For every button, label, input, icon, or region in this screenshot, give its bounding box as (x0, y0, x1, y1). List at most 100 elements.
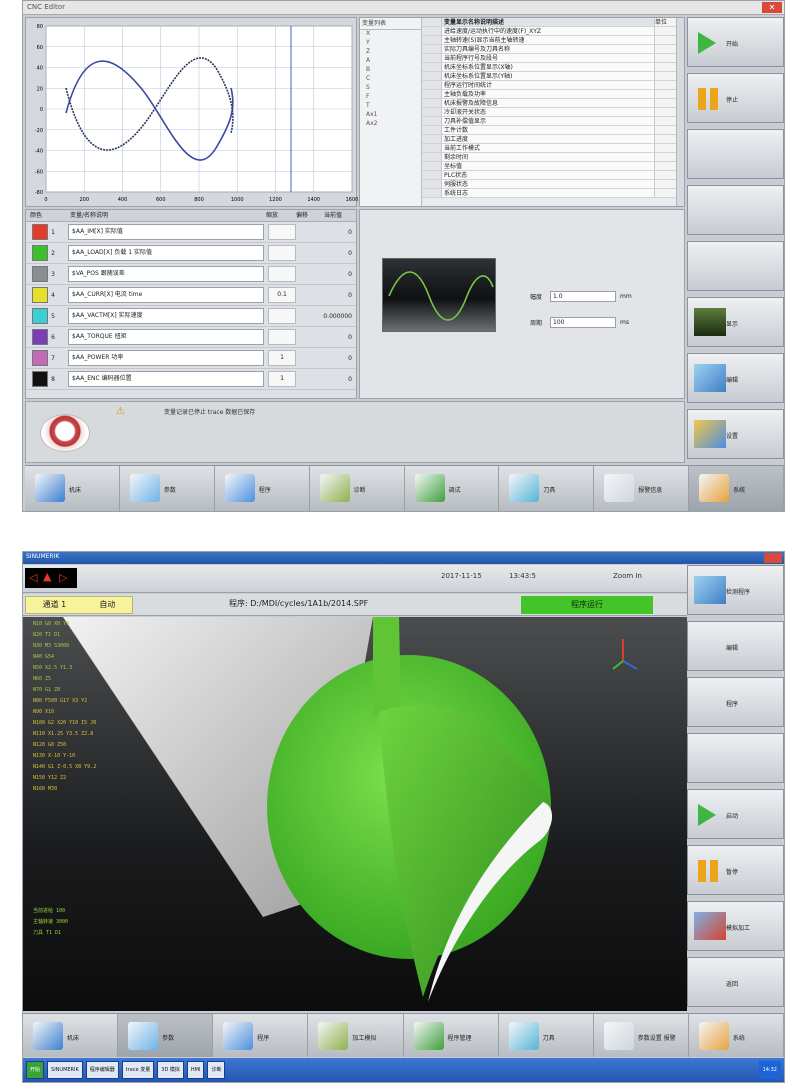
scale-field[interactable] (268, 329, 296, 345)
tree-item[interactable]: B (360, 66, 421, 75)
variable-row[interactable]: 3 $VA_POS 跟随误差 0 (26, 264, 356, 285)
taskbar-item[interactable]: 3D 模拟 (157, 1061, 184, 1079)
softkey-play-button[interactable]: 启动 (687, 789, 784, 839)
variable-name-field[interactable]: $AA_CURR[X] 电流 time (68, 287, 264, 303)
softkey-blank-button[interactable] (687, 733, 784, 783)
tree-item[interactable]: Z (360, 48, 421, 57)
variable-name-field[interactable]: $VA_POS 跟随误差 (68, 266, 264, 282)
color-swatch[interactable] (32, 329, 48, 345)
list-row[interactable]: 程序运行时间统计 (422, 81, 684, 90)
color-swatch[interactable] (32, 308, 48, 324)
softkey-pause-button[interactable]: 暂停 (687, 845, 784, 895)
list-row[interactable]: 机床坐标系位置显示(X轴) (422, 63, 684, 72)
softkey-h-0[interactable]: 机床 (25, 466, 120, 511)
list-row[interactable]: 刀具补偿值显示 (422, 117, 684, 126)
softkey-settings-button[interactable]: 设置 (687, 409, 784, 459)
tree-item[interactable]: X (360, 30, 421, 39)
softkey-h-4[interactable]: 程序管理 (404, 1014, 499, 1057)
scale-field[interactable] (268, 245, 296, 261)
list-row[interactable]: 冷却液开关状态 (422, 108, 684, 117)
tree-item[interactable]: C (360, 75, 421, 84)
softkey-h-3[interactable]: 诊断 (310, 466, 405, 511)
variable-name-field[interactable]: $AA_VACTM[X] 实际速度 (68, 308, 264, 324)
softkey-h-0[interactable]: 机床 (23, 1014, 119, 1057)
list-row[interactable]: 工件计数 (422, 126, 684, 135)
list-row[interactable]: 主轴负载及功率 (422, 90, 684, 99)
softkey-h-1[interactable]: 参数 (120, 466, 215, 511)
variable-row[interactable]: 1 $AA_IM[X] 实际值 0 (26, 222, 356, 243)
list-row[interactable]: 当前工作模式 (422, 144, 684, 153)
softkey-h-1[interactable]: 参数 (118, 1014, 214, 1057)
softkey-blank-button[interactable]: 编辑 (687, 621, 784, 671)
tree-item[interactable]: S (360, 84, 421, 93)
start-button[interactable]: 开始 (26, 1061, 45, 1079)
variable-row[interactable]: 6 $AA_TORQUE 扭矩 0 (26, 327, 356, 348)
softkey-h-5[interactable]: 刀具 (499, 1014, 594, 1057)
variable-row[interactable]: 4 $AA_CURR[X] 电流 time 0.1 0 (26, 285, 356, 306)
scale-field[interactable] (268, 266, 296, 282)
softkey-h-7[interactable]: 系统 (689, 466, 784, 511)
list-row[interactable]: 加工进度 (422, 135, 684, 144)
list-row[interactable]: 坐标值 (422, 162, 684, 171)
softkey-blank-button[interactable]: 返回 (687, 957, 784, 1007)
list-row[interactable]: 当前程序行号及段号 (422, 54, 684, 63)
color-swatch[interactable] (32, 224, 48, 240)
tree-item[interactable]: F (360, 93, 421, 102)
list-row[interactable]: 机床报警及故障信息 (422, 99, 684, 108)
softkey-simulate-button[interactable]: 模拟加工 (687, 901, 784, 951)
trace-plot[interactable]: 80 60 40 20 0 -20 -40 -60 -80 0 200 400 600 800 1000 1… (25, 17, 358, 207)
variable-row[interactable]: 5 $AA_VACTM[X] 实际速度 0.000000 (26, 306, 356, 327)
tree-item[interactable]: T (360, 102, 421, 111)
list-row[interactable]: 系统日志 (422, 189, 684, 198)
amplitude-input[interactable]: 1.0 (550, 290, 616, 302)
variable-row[interactable]: 8 $AA_ENC 编码器位置 1 0 (26, 369, 356, 390)
color-swatch[interactable] (32, 266, 48, 282)
period-input[interactable]: 100 (550, 316, 616, 328)
softkey-pause-button[interactable]: 停止 (687, 73, 784, 123)
zoom-display[interactable]: Zoom In (613, 572, 642, 580)
color-swatch[interactable] (32, 350, 48, 366)
list-scrollbar[interactable] (676, 18, 684, 206)
list-row[interactable]: 主轴转速(S)显示当前主轴转速 (422, 36, 684, 45)
softkey-h-4[interactable]: 调试 (405, 466, 500, 511)
taskbar-item[interactable]: 诊断 (207, 1061, 226, 1079)
softkey-play-button[interactable]: 开始 (687, 17, 784, 67)
tree-item[interactable]: Ax1 (360, 111, 421, 120)
softkey-h-6[interactable]: 报警信息 (594, 466, 690, 511)
taskbar-item[interactable]: trace 变量 (121, 1061, 155, 1079)
close-button[interactable]: ✕ (762, 2, 782, 13)
softkey-h-2[interactable]: 程序 (213, 1014, 309, 1057)
softkey-blank-button[interactable] (687, 129, 784, 179)
list-row[interactable]: PLC状态 (422, 171, 684, 180)
tree-item[interactable]: Ax2 (360, 120, 421, 129)
tree-item[interactable]: A (360, 57, 421, 66)
softkey-blank-button[interactable] (687, 185, 784, 235)
softkey-h-2[interactable]: 程序 (215, 466, 310, 511)
scale-field[interactable] (268, 224, 296, 240)
scale-field[interactable]: 1 (268, 350, 296, 366)
taskbar-item[interactable]: HMI (186, 1061, 205, 1079)
color-swatch[interactable] (32, 371, 48, 387)
softkey-check-button[interactable]: 检测程序 (687, 565, 784, 615)
tree-item[interactable]: Y (360, 39, 421, 48)
scale-field[interactable]: 1 (268, 371, 296, 387)
softkey-wave-button[interactable]: 显示 (687, 297, 784, 347)
waveform-preview[interactable] (382, 258, 496, 332)
variable-name-field[interactable]: $AA_POWER 功率 (68, 350, 264, 366)
variable-name-field[interactable]: $AA_LOAD[X] 负载 1 实际值 (68, 245, 264, 261)
variable-row[interactable]: 2 $AA_LOAD[X] 负载 1 实际值 0 (26, 243, 356, 264)
list-row[interactable]: 伺服状态 (422, 180, 684, 189)
variable-name-field[interactable]: $AA_IM[X] 实际值 (68, 224, 264, 240)
variable-name-field[interactable]: $AA_TORQUE 扭矩 (68, 329, 264, 345)
close-button[interactable] (764, 553, 782, 563)
list-row[interactable]: 剩余时间 (422, 153, 684, 162)
scale-field[interactable] (268, 308, 296, 324)
taskbar-item[interactable]: 程序编辑器 (85, 1061, 119, 1079)
softkey-h-5[interactable]: 刀具 (499, 466, 595, 511)
softkey-h-6[interactable]: 参数设置 报警 (594, 1014, 689, 1057)
list-row[interactable]: 实际刀具编号及刀具名称 (422, 45, 684, 54)
softkey-edit-button[interactable]: 编辑 (687, 353, 784, 403)
scale-field[interactable]: 0.1 (268, 287, 296, 303)
color-swatch[interactable] (32, 245, 48, 261)
softkey-h-7[interactable]: 系统 (689, 1014, 784, 1057)
